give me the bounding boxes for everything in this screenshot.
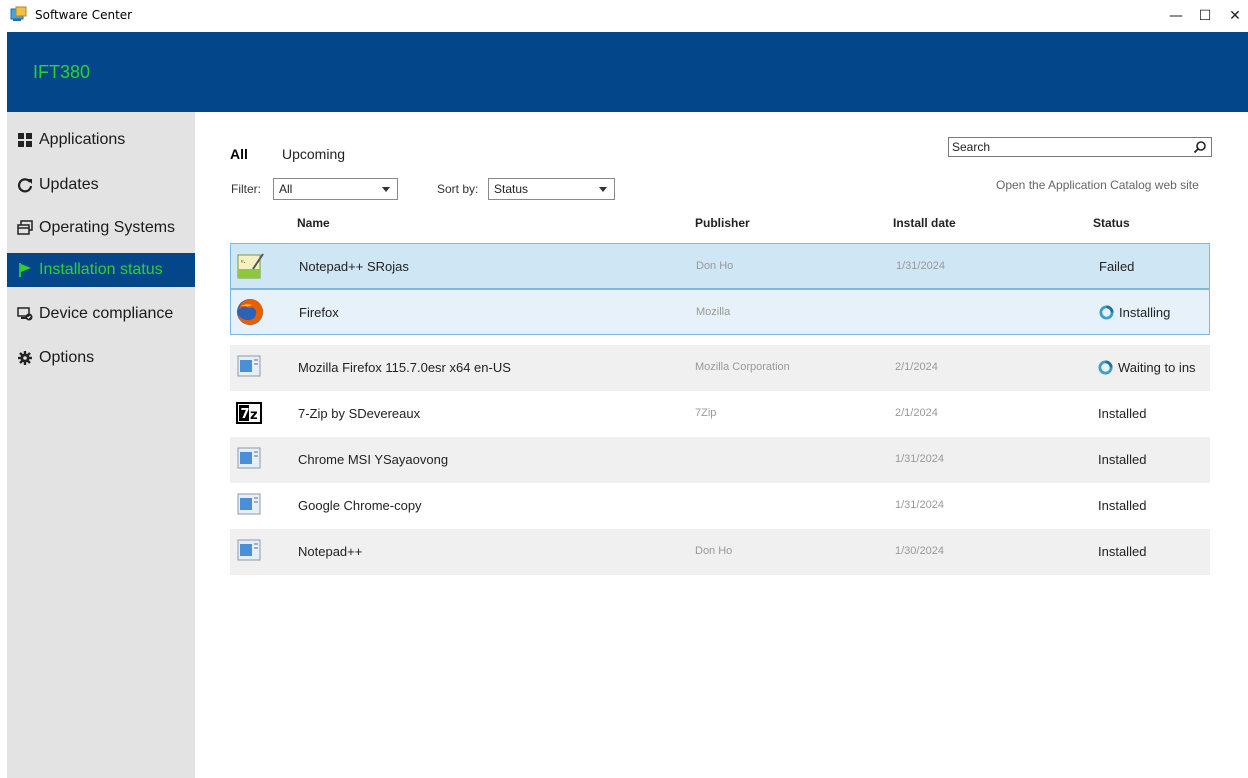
table-row[interactable]: Notepad++ Don Ho 1/30/2024 Installed	[230, 529, 1210, 575]
sidebar-item-label: Updates	[39, 176, 99, 193]
column-header-status[interactable]: Status	[1093, 216, 1130, 230]
row-status: Installed	[1098, 452, 1146, 467]
sidebar-item-label: Operating Systems	[39, 219, 176, 236]
row-status-text: Installed	[1098, 544, 1147, 559]
application-catalog-link[interactable]: Open the Application Catalog web site	[996, 178, 1199, 192]
row-name: Mozilla Firefox 115.7.0esr x64 en-US	[298, 360, 511, 375]
row-name: Firefox	[299, 305, 339, 320]
row-install-date: 1/31/2024	[895, 499, 944, 511]
row-publisher: Don Ho	[695, 545, 733, 557]
row-install-date: 2/1/2024	[895, 361, 938, 373]
sort-value: Status	[494, 182, 529, 196]
sidebar-item-options[interactable]: Options	[7, 341, 195, 375]
sort-dropdown[interactable]: Status	[488, 178, 615, 200]
sidebar-item-label: Installation status	[39, 261, 163, 278]
row-status-text: Installed	[1098, 406, 1147, 421]
gear-icon	[15, 349, 35, 367]
table-row[interactable]: Firefox Mozilla Installing	[230, 289, 1210, 335]
applications-grid-icon	[15, 131, 35, 149]
compliance-icon	[15, 305, 35, 323]
filter-dropdown[interactable]: All	[273, 178, 398, 200]
row-status-text: Installed	[1098, 498, 1147, 513]
column-header-name[interactable]: Name	[297, 216, 330, 230]
sidebar-item-label: Applications	[39, 131, 126, 148]
svg-text:z: z	[250, 408, 258, 423]
row-status-text: Installed	[1098, 452, 1147, 467]
row-name: Google Chrome-copy	[298, 498, 422, 513]
row-name: 7-Zip by SDevereaux	[298, 406, 421, 421]
table-row[interactable]: ᴵᴵ· Notepad++ SRojas Don Ho 1/31/2024 Fa…	[230, 243, 1210, 289]
chevron-down-icon	[599, 187, 607, 192]
svg-text:ᴵᴵ·: ᴵᴵ·	[241, 259, 246, 267]
column-header-install-date[interactable]: Install date	[893, 216, 956, 230]
row-status-text: Failed	[1099, 259, 1135, 274]
row-publisher: Mozilla	[696, 306, 731, 318]
sidebar-item-label: Options	[39, 349, 95, 366]
table-row[interactable]: 7 z 7-Zip by SDevereaux 7Zip 2/1/2024 In…	[230, 391, 1210, 437]
row-status: Installing	[1099, 305, 1170, 320]
software-center-app-icon	[10, 6, 27, 21]
tab-all[interactable]: All	[230, 146, 248, 162]
org-header: IFT380	[7, 32, 1248, 112]
chevron-down-icon	[382, 187, 390, 192]
row-publisher: Mozilla Corporation	[695, 361, 790, 373]
tab-upcoming[interactable]: Upcoming	[282, 146, 345, 162]
column-header-publisher[interactable]: Publisher	[695, 216, 750, 230]
sidebar-item-label: Device compliance	[39, 305, 174, 322]
window-title: Software Center	[35, 8, 133, 22]
row-install-date: 1/30/2024	[895, 545, 944, 557]
row-status: Installed	[1098, 406, 1146, 421]
progress-ring-icon	[1099, 305, 1114, 320]
row-install-date: 1/31/2024	[895, 453, 944, 465]
row-name: Chrome MSI YSayaovong	[298, 452, 449, 467]
row-status: Failed	[1099, 259, 1134, 274]
table-row[interactable]: Chrome MSI YSayaovong 1/31/2024 Installe…	[230, 437, 1210, 483]
row-install-date: 2/1/2024	[895, 407, 938, 419]
row-name: Notepad++ SRojas	[299, 259, 409, 274]
7zip-icon: 7 z	[236, 402, 262, 424]
sort-label: Sort by:	[437, 182, 479, 196]
flag-icon	[15, 261, 35, 279]
row-status-text: Waiting to ins	[1118, 360, 1196, 375]
notepadpp-icon: ᴵᴵ·	[237, 253, 264, 279]
windows-stack-icon	[15, 219, 35, 237]
table-row[interactable]: Google Chrome-copy 1/31/2024 Installed	[230, 483, 1210, 529]
row-status: Installed	[1098, 498, 1146, 513]
row-install-date: 1/31/2024	[896, 260, 945, 272]
generic-app-icon	[237, 539, 261, 561]
sidebar-item-device-compliance[interactable]: Device compliance	[7, 297, 195, 331]
sidebar-item-operating-systems[interactable]: Operating Systems	[7, 211, 195, 245]
row-status: Installed	[1098, 544, 1146, 559]
org-name: IFT380	[33, 62, 91, 82]
close-button[interactable]: ✕	[1215, 0, 1248, 32]
row-publisher: Don Ho	[696, 260, 734, 272]
sidebar-item-applications[interactable]: Applications	[7, 123, 195, 157]
sidebar-item-updates[interactable]: Updates	[7, 168, 195, 202]
search-icon[interactable]	[1193, 140, 1207, 154]
progress-ring-icon	[1098, 360, 1113, 375]
row-publisher: 7Zip	[695, 407, 717, 419]
table-row[interactable]: Mozilla Firefox 115.7.0esr x64 en-US Moz…	[230, 345, 1210, 391]
sidebar: Applications Updates Operating Systems I…	[7, 112, 195, 778]
generic-app-icon	[237, 447, 261, 469]
row-status: Waiting to ins	[1098, 360, 1196, 375]
search-box[interactable]	[948, 137, 1212, 157]
generic-app-icon	[237, 355, 261, 377]
generic-app-icon	[237, 493, 261, 515]
firefox-icon	[237, 299, 263, 325]
row-name: Notepad++	[298, 544, 363, 559]
filter-value: All	[279, 182, 293, 196]
sidebar-item-installation-status[interactable]: Installation status	[7, 253, 195, 287]
row-status-text: Installing	[1119, 305, 1171, 320]
refresh-icon	[15, 176, 35, 194]
search-input[interactable]	[952, 139, 1182, 155]
filter-label: Filter:	[231, 182, 261, 196]
title-bar: Software Center — ☐ ✕	[0, 0, 1248, 32]
svg-text:7: 7	[241, 407, 250, 422]
